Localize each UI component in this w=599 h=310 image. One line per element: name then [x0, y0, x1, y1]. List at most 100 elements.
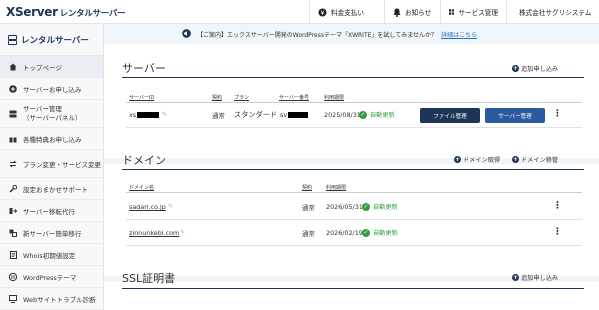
- check-circle-icon: ✓: [362, 228, 370, 237]
- sidebar-item-label: サーバーお申し込み: [23, 85, 82, 94]
- nav-payment[interactable]: ¥ 料金支払い: [309, 0, 384, 24]
- doc-icon: [8, 250, 18, 259]
- sidebar-item-label: WordPressテーマ: [23, 273, 77, 282]
- domain-expiry: 2026/05/31: [326, 203, 363, 211]
- col-header-plan[interactable]: プラン: [234, 94, 249, 101]
- domain-name-link[interactable]: sadari.co.jp: [129, 203, 166, 211]
- server-id: xs: [129, 111, 160, 119]
- xserver-logo[interactable]: XServer レンタルサーバー: [6, 5, 126, 19]
- nav-payment-label: 料金支払い: [331, 9, 364, 17]
- nav-notices-label: お知らせ: [405, 9, 432, 17]
- nav-service-label: サービス管理: [458, 9, 498, 17]
- sidebar-item-label-line1: サーバー管理: [23, 104, 62, 113]
- sidebar-item-whois[interactable]: Whois初期値設定: [0, 244, 103, 266]
- col-header-server-number[interactable]: サーバー番号: [279, 94, 309, 101]
- plus-icon: +: [512, 65, 519, 72]
- domain-row-divider: [126, 245, 582, 246]
- sidebar-item-label: Webサイトトラブル診断: [23, 295, 96, 304]
- main-content: 【ご案内】エックスサーバー開発のWordPressテーマ「XWRITE」を試して…: [104, 24, 599, 310]
- sidebar-item-server-panel[interactable]: サーバー管理 （サーバーパネル）: [0, 100, 103, 128]
- sidebar: レンタルサーバー トップページ サーバーお申し込み サーバー管理 （サーバーパネル…: [0, 24, 104, 310]
- server-contract: 通常: [212, 112, 225, 120]
- transfer-icon: [8, 207, 18, 215]
- sidebar-item-wp-theme[interactable]: W WordPressテーマ: [0, 266, 103, 288]
- domain-acquire-link[interactable]: + ドメイン取得: [454, 155, 500, 164]
- notice-detail-link[interactable]: 詳細はこちら: [441, 30, 477, 39]
- sidebar-item-label: 各種特典お申し込み: [23, 135, 82, 144]
- domain-name-link[interactable]: zinnunkebi.com: [129, 229, 179, 237]
- domain-transfer-link[interactable]: + ドメイン移管: [512, 155, 558, 164]
- server-add-label: 追加申し込み: [521, 66, 559, 73]
- col-header-server-id[interactable]: サーバーID: [129, 94, 154, 101]
- logo-sub: レンタルサーバー: [59, 8, 126, 19]
- col-header-domain-name[interactable]: ドメイン名: [129, 184, 154, 191]
- col-header-domain-contract[interactable]: 契約: [302, 184, 312, 191]
- swap-icon: [8, 160, 18, 168]
- server-expiry: 2025/08/31: [324, 111, 361, 119]
- sidebar-item-plan-change[interactable]: プラン変更・サービス変更: [0, 150, 103, 178]
- nav-account[interactable]: 株式会社サグリシステム: [506, 0, 599, 24]
- domain-section-title: ドメイン: [122, 154, 166, 167]
- sidebar-item-label: 設定おまかせサポート: [23, 185, 88, 194]
- megaphone-icon: [182, 28, 191, 40]
- home-icon: [8, 63, 18, 71]
- pencil-icon[interactable]: ✎: [162, 111, 167, 118]
- domain-status: ✓ 自動更新: [362, 202, 398, 211]
- server-stack-icon: [8, 34, 17, 45]
- domain-contract: 通常: [302, 204, 315, 212]
- redaction-bar: [288, 112, 309, 118]
- sidebar-item-benefits[interactable]: 各種特典お申し込み: [0, 128, 103, 150]
- sidebar-item-diagnose[interactable]: Webサイトトラブル診断: [0, 288, 103, 310]
- wordpress-icon: W: [8, 272, 18, 281]
- server-status: ✓ 自動更新: [359, 110, 395, 119]
- diagnose-icon: [8, 294, 18, 303]
- col-header-contract[interactable]: 契約: [212, 94, 222, 101]
- sidebar-item-server-apply[interactable]: サーバーお申し込み: [0, 78, 103, 100]
- nav-service[interactable]: サービス管理: [440, 0, 506, 24]
- ssl-add-link[interactable]: + 追加申し込み: [512, 273, 558, 282]
- server-header-divider: [126, 102, 582, 103]
- grid-icon: [449, 9, 455, 15]
- more-options-icon[interactable]: ⋮: [553, 110, 562, 119]
- sidebar-title[interactable]: レンタルサーバー: [0, 24, 103, 56]
- sidebar-item-migrate[interactable]: 新サーバー簡単移行: [0, 222, 103, 244]
- server-number: sv: [280, 111, 309, 119]
- domain-header-divider: [126, 192, 582, 193]
- server-section-divider: [122, 77, 584, 78]
- sidebar-item-top[interactable]: トップページ: [0, 56, 103, 78]
- server-icon: [8, 110, 18, 118]
- pencil-icon[interactable]: ✎: [168, 203, 173, 210]
- nav-notices[interactable]: お知らせ: [384, 0, 440, 24]
- plus-icon: +: [512, 156, 519, 163]
- sidebar-item-setup-support[interactable]: 設定おまかせサポート: [0, 178, 103, 200]
- domain-status: ✓ 自動更新: [362, 228, 398, 237]
- domain-acquire-label: ドメイン取得: [463, 157, 501, 164]
- top-bar: XServer レンタルサーバー ¥ 料金支払い お知らせ サービス管理 株式会社…: [0, 0, 599, 24]
- ssl-add-label: 追加申し込み: [521, 275, 559, 282]
- top-nav: ¥ 料金支払い お知らせ サービス管理 株式会社サグリシステム: [309, 0, 599, 24]
- bell-icon: [393, 8, 401, 17]
- sidebar-item-label: トップページ: [23, 63, 62, 72]
- more-options-icon[interactable]: ⋮: [553, 202, 562, 211]
- server-add-link[interactable]: + 追加申し込み: [512, 64, 558, 73]
- sidebar-item-label: Whois初期値設定: [23, 251, 76, 260]
- server-manager-button[interactable]: サーバー管理: [485, 108, 545, 123]
- server-section-title: サーバー: [122, 62, 166, 75]
- tools-icon: [8, 184, 18, 193]
- nav-account-label: 株式会社サグリシステム: [519, 9, 592, 17]
- pencil-icon[interactable]: ✎: [180, 229, 185, 236]
- col-header-expiry[interactable]: 利用期限: [324, 94, 344, 101]
- check-circle-icon: ✓: [359, 110, 367, 119]
- gift-icon: [8, 135, 18, 143]
- file-manager-button[interactable]: ファイル管理: [420, 108, 480, 123]
- redaction-bar: [137, 112, 160, 118]
- more-options-icon[interactable]: ⋮: [553, 228, 562, 237]
- plus-icon: +: [512, 274, 519, 281]
- sidebar-item-label: 新サーバー簡単移行: [23, 229, 82, 238]
- server-status-label: 自動更新: [370, 112, 395, 119]
- server-number-text: sv: [280, 111, 288, 119]
- domain-contract: 通常: [302, 230, 315, 238]
- sidebar-item-transfer[interactable]: サーバー移転代行: [0, 200, 103, 222]
- domain-status-label: 自動更新: [373, 204, 398, 211]
- col-header-domain-expiry[interactable]: 利用期限: [326, 184, 346, 191]
